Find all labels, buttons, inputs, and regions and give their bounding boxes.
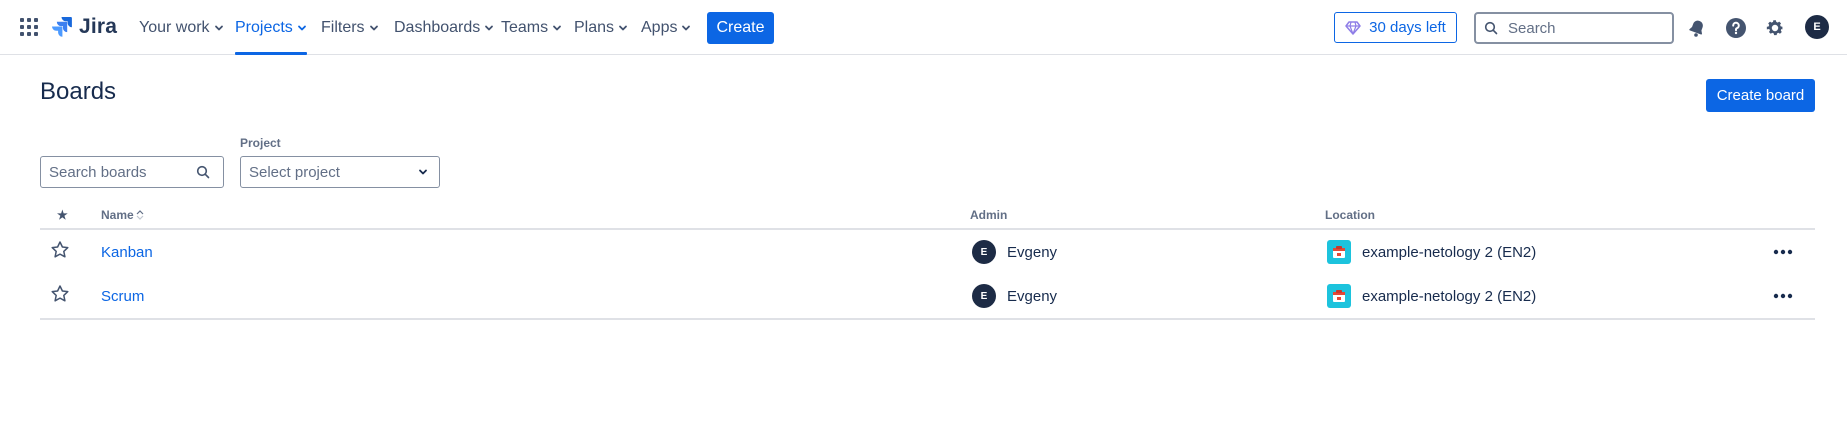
chevron-down-icon [297, 25, 306, 30]
nav-filters[interactable]: Filters [321, 0, 379, 55]
notifications-bell-icon[interactable] [1684, 15, 1710, 41]
table-bottom-divider [40, 318, 1815, 320]
global-search[interactable] [1474, 12, 1674, 44]
column-header-starred[interactable]: ★ [57, 208, 68, 222]
app-switcher-grid-icon[interactable] [20, 18, 38, 36]
nav-projects-label: Projects [235, 18, 293, 36]
global-search-input[interactable] [1506, 18, 1660, 38]
project-icon [1327, 284, 1351, 308]
nav-apps[interactable]: Apps [641, 0, 691, 55]
project-filter-label: Project [240, 136, 281, 150]
nav-plans[interactable]: Plans [574, 0, 628, 55]
user-avatar[interactable]: E [1805, 15, 1829, 39]
search-icon [1484, 21, 1498, 35]
jira-logo[interactable]: Jira [51, 15, 117, 39]
page-title: Boards [40, 78, 117, 105]
create-button[interactable]: Create [707, 12, 774, 44]
chevron-down-icon [419, 169, 427, 175]
star-filled-icon: ★ [57, 208, 68, 222]
star-outline-icon[interactable] [50, 284, 72, 306]
admin-name: Evgeny [1007, 243, 1058, 261]
chevron-down-icon [369, 25, 378, 30]
location-cell[interactable]: example-netology 2 (EN2) [1327, 274, 1536, 318]
column-header-admin: Admin [970, 208, 1007, 222]
search-icon [196, 165, 210, 179]
gem-icon [1345, 20, 1361, 35]
location-name: example-netology 2 (EN2) [1362, 243, 1537, 261]
nav-filters-label: Filters [321, 18, 365, 36]
admin-avatar: E [972, 240, 996, 264]
admin-avatar: E [972, 284, 996, 308]
settings-gear-icon[interactable] [1762, 15, 1788, 41]
column-header-location: Location [1325, 208, 1375, 222]
star-outline-icon[interactable] [50, 240, 72, 262]
column-header-name[interactable]: Name [101, 208, 144, 222]
create-board-button[interactable]: Create board [1706, 79, 1815, 112]
help-icon[interactable] [1723, 15, 1749, 41]
chevron-down-icon [214, 25, 223, 30]
more-actions-icon[interactable] [1771, 284, 1795, 308]
sort-icon [136, 210, 144, 220]
column-header-location-label: Location [1325, 208, 1375, 222]
location-cell[interactable]: example-netology 2 (EN2) [1327, 230, 1536, 274]
board-link-scrum[interactable]: Scrum [101, 274, 144, 318]
nav-your-work-label: Your work [139, 18, 210, 36]
nav-your-work[interactable]: Your work [139, 0, 224, 55]
admin-cell[interactable]: E Evgeny [972, 274, 1057, 318]
chevron-down-icon [682, 25, 691, 30]
project-select-placeholder: Select project [249, 163, 340, 181]
chevron-down-icon [553, 25, 562, 30]
nav-apps-label: Apps [641, 18, 678, 36]
nav-dashboards-label: Dashboards [394, 18, 481, 36]
trial-days-left-label: 30 days left [1369, 19, 1446, 36]
board-link-kanban[interactable]: Kanban [101, 230, 153, 274]
chevron-down-icon [619, 25, 627, 30]
nav-teams[interactable]: Teams [501, 0, 562, 55]
nav-teams-label: Teams [501, 18, 549, 36]
jira-logo-text: Jira [79, 15, 118, 38]
table-row: Scrum E Evgeny example-netology 2 (EN2) [40, 274, 1815, 318]
chevron-down-icon [485, 25, 494, 30]
nav-plans-label: Plans [574, 18, 615, 36]
column-header-name-label: Name [101, 208, 134, 222]
table-row: Kanban E Evgeny example-netology 2 (EN2) [40, 230, 1815, 274]
user-avatar-initial: E [1805, 15, 1829, 39]
jira-logo-icon [52, 17, 72, 37]
project-select[interactable]: Select project [240, 156, 440, 188]
location-name: example-netology 2 (EN2) [1362, 287, 1537, 305]
project-icon [1327, 240, 1351, 264]
nav-dashboards[interactable]: Dashboards [394, 0, 494, 55]
admin-name: Evgeny [1007, 287, 1058, 305]
search-boards-field[interactable] [40, 156, 224, 188]
nav-projects[interactable]: Projects [235, 0, 307, 55]
trial-days-left-button[interactable]: 30 days left [1334, 12, 1457, 43]
column-header-admin-label: Admin [970, 208, 1008, 222]
search-boards-input[interactable] [47, 162, 196, 182]
more-actions-icon[interactable] [1771, 240, 1795, 264]
admin-cell[interactable]: E Evgeny [972, 230, 1057, 274]
top-navigation: Jira Your work Projects Filters Dashboar… [0, 0, 1847, 55]
